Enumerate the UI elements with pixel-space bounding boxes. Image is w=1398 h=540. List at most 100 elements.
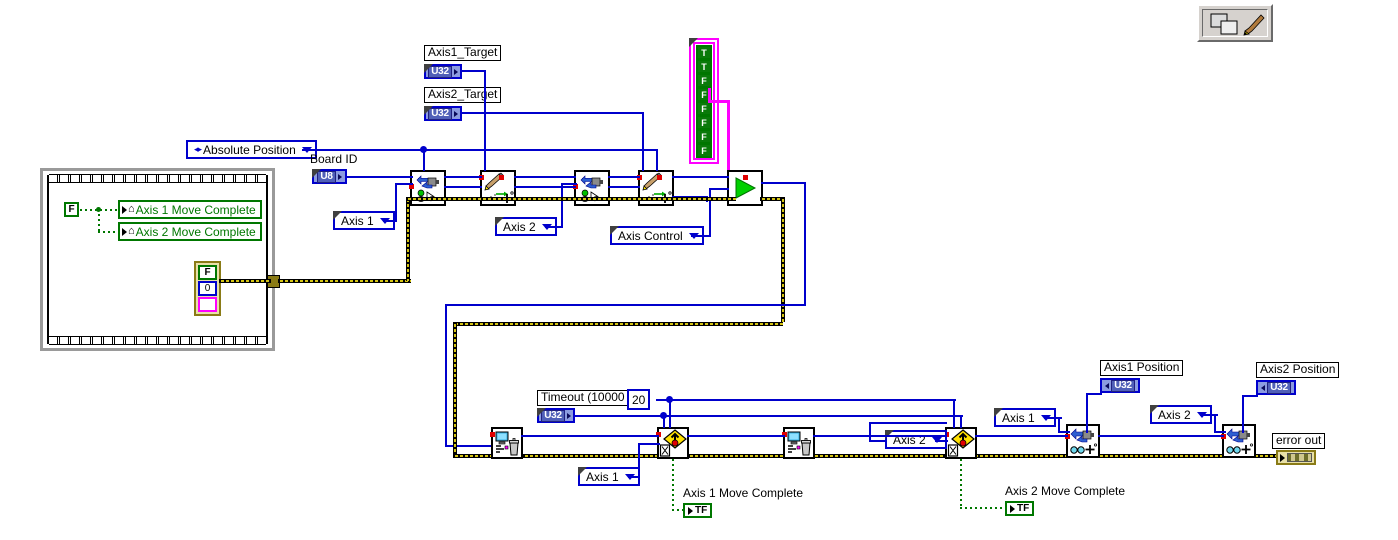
terminal-arrow-icon	[453, 110, 458, 117]
error-wire-segment	[278, 279, 411, 283]
trash-icon	[801, 438, 811, 456]
wire-axis1-position	[1086, 393, 1102, 395]
timeout-terminal[interactable]: U32	[537, 408, 575, 423]
wire-vi-chain	[608, 186, 640, 188]
axis1-move-complete-value: TF	[695, 505, 708, 516]
wire-feedback	[869, 440, 887, 442]
read-position-vi-2[interactable]	[1221, 424, 1256, 458]
wire-vi-chain	[514, 176, 576, 178]
false-constant[interactable]: F	[64, 202, 79, 217]
absolute-position-enum[interactable]: ◂▸ Absolute Position	[186, 140, 317, 159]
reset-buffer-icon	[495, 431, 519, 456]
cluster-source-string	[198, 297, 217, 312]
board-id-label: Board ID	[310, 152, 358, 166]
block-diagram-canvas[interactable]: Axis1_Target U32 Axis2_Target U32 TTFFFF…	[0, 0, 1398, 540]
move-complete-icon	[659, 429, 687, 457]
error-wire-segment	[219, 279, 271, 283]
wait-move-complete-vi-2[interactable]	[944, 427, 977, 459]
wire-feedback	[869, 422, 871, 440]
error-wire-row1	[406, 197, 736, 201]
wire-axis1-enum	[395, 183, 413, 185]
wire-start-motion-out	[761, 182, 806, 184]
boolean-array-cell[interactable]: T	[696, 59, 712, 74]
constant-corner-marker	[689, 38, 698, 47]
wire-start-motion-out	[804, 182, 806, 306]
error-out-terminal[interactable]	[1276, 450, 1316, 465]
glasses-icon	[1070, 446, 1085, 454]
wire-absolute-position	[656, 149, 658, 171]
wire-axis1-enum-c	[1058, 431, 1070, 433]
axis-2-enum-c-value: Axis 2	[1158, 407, 1191, 422]
timeout-numeric-constant[interactable]: 20	[627, 389, 651, 410]
position-tool-icon	[1210, 13, 1265, 36]
clear-buffer-vi-1[interactable]	[490, 427, 523, 459]
axis2-target-label: Axis2_Target	[424, 87, 502, 103]
wire-timeout-const	[656, 399, 956, 401]
axis1-move-complete-terminal[interactable]: ⌂ Axis 1 Move Complete	[118, 200, 262, 219]
terminal-arrow-icon	[1280, 453, 1285, 462]
home-icon: ⌂	[128, 203, 135, 215]
axis2-position-indicator[interactable]: U32	[1256, 380, 1296, 395]
trash-icon	[509, 438, 519, 456]
axis-2-enum-a-value: Axis 2	[503, 219, 536, 234]
hourglass-icon	[659, 444, 671, 457]
terminal-corner-marker	[424, 64, 433, 73]
axis1-move-complete-terminal-label: Axis 1 Move Complete	[135, 202, 256, 217]
flat-sequence-frame[interactable]	[40, 168, 275, 351]
wire-axis1-move-complete	[672, 459, 674, 510]
axis2-move-complete-indicator[interactable]: TF	[1005, 501, 1035, 516]
wire-axis2-enum-b	[935, 440, 948, 442]
wire-axis1-position	[1086, 393, 1088, 433]
wire-vi-chain	[672, 176, 729, 178]
clear-buffer-vi-2[interactable]	[782, 427, 815, 459]
axis1-move-complete-indicator[interactable]: TF	[683, 503, 713, 518]
wire-timeout-const	[953, 399, 955, 428]
frame-top-teeth	[49, 174, 266, 183]
axis-control-enum[interactable]: Axis Control	[610, 226, 704, 245]
terminal-arrow-icon	[337, 173, 342, 180]
wire-axis2-enum-c	[1214, 431, 1226, 433]
error-wire-segment	[406, 197, 410, 281]
boolean-array-cell[interactable]: F	[696, 115, 712, 130]
boolean-array-cell[interactable]: F	[696, 73, 712, 88]
axis2-move-complete-terminal[interactable]: ⌂ Axis 2 Move Complete	[118, 222, 262, 241]
indicator-arrow-icon	[1105, 382, 1110, 389]
axis1-target-terminal[interactable]: U32	[424, 64, 462, 79]
wire-row2-chain	[687, 435, 785, 437]
axis2-position-label: Axis2 Position	[1256, 362, 1340, 378]
axis1-move-complete-caption: Axis 1 Move Complete	[683, 486, 804, 500]
wire-vi-chain	[444, 176, 482, 178]
reset-buffer-icon	[787, 431, 811, 456]
wire-axis-control	[691, 235, 711, 237]
axis1-target-label: Axis1_Target	[424, 45, 502, 61]
board-id-terminal[interactable]: U8	[312, 169, 347, 184]
indicator-arrow-icon	[1010, 504, 1015, 513]
axis2-target-terminal[interactable]: U32	[424, 106, 462, 121]
axis1-position-indicator[interactable]: U32	[1100, 378, 1140, 393]
glasses-icon	[1226, 446, 1241, 454]
enum-increment-icon: ◂▸	[194, 144, 202, 154]
wire-vi-chain	[444, 186, 482, 188]
move-complete-icon	[947, 429, 975, 457]
wire-axis1-target	[460, 70, 486, 72]
home-icon: ⌂	[128, 225, 135, 237]
axis2-move-complete-terminal-label: Axis 2 Move Complete	[135, 224, 256, 239]
tool-palette-widget[interactable]	[1197, 4, 1273, 42]
wire-axis2-position	[1242, 395, 1258, 397]
wire-axis-control	[709, 188, 711, 236]
read-position-icon	[1226, 428, 1253, 454]
wire-axis2-position	[1242, 395, 1244, 433]
wire-boolean-array	[708, 88, 711, 102]
error-cluster-constant[interactable]: F 0	[194, 261, 221, 316]
cluster-code-numeric: 0	[198, 281, 217, 296]
wire-axis-control	[709, 188, 729, 190]
wait-move-complete-vi-1[interactable]	[656, 427, 689, 459]
boolean-array-cell[interactable]: F	[696, 143, 712, 158]
read-position-vi-1[interactable]	[1065, 424, 1100, 458]
wire-row2-chain	[1098, 435, 1224, 437]
axis-terminal	[657, 175, 662, 180]
boolean-array-cell[interactable]: T	[696, 45, 712, 60]
wire-axis2-move-complete	[960, 507, 1007, 509]
boolean-array-cell[interactable]: F	[696, 101, 712, 116]
boolean-array-cell[interactable]: F	[696, 129, 712, 144]
